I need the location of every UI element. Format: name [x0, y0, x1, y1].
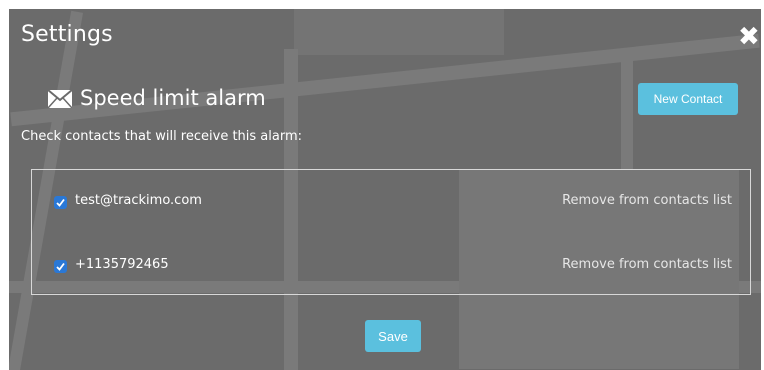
- remove-contact-link[interactable]: Remove from contacts list: [562, 193, 732, 208]
- contact-checkbox[interactable]: [54, 196, 67, 209]
- save-button[interactable]: Save: [365, 320, 421, 352]
- new-contact-button[interactable]: New Contact: [638, 83, 738, 115]
- alarm-instruction: Check contacts that will receive this al…: [21, 129, 303, 144]
- contact-row: test@trackimo.com Remove from contacts l…: [32, 192, 750, 216]
- contact-value: +1135792465: [75, 257, 169, 272]
- alarm-title: Speed limit alarm: [80, 86, 266, 110]
- contact-row: +1135792465 Remove from contacts list: [32, 256, 750, 280]
- envelope-icon: [47, 89, 73, 109]
- close-icon[interactable]: ✖: [738, 24, 764, 50]
- map-search-bar: [294, 9, 504, 55]
- contacts-list: test@trackimo.com Remove from contacts l…: [31, 169, 751, 295]
- contact-value: test@trackimo.com: [75, 193, 202, 208]
- alarm-heading: Speed limit alarm: [47, 86, 266, 110]
- modal-title: Settings: [21, 22, 113, 47]
- remove-contact-link[interactable]: Remove from contacts list: [562, 257, 732, 272]
- contact-checkbox[interactable]: [54, 260, 67, 273]
